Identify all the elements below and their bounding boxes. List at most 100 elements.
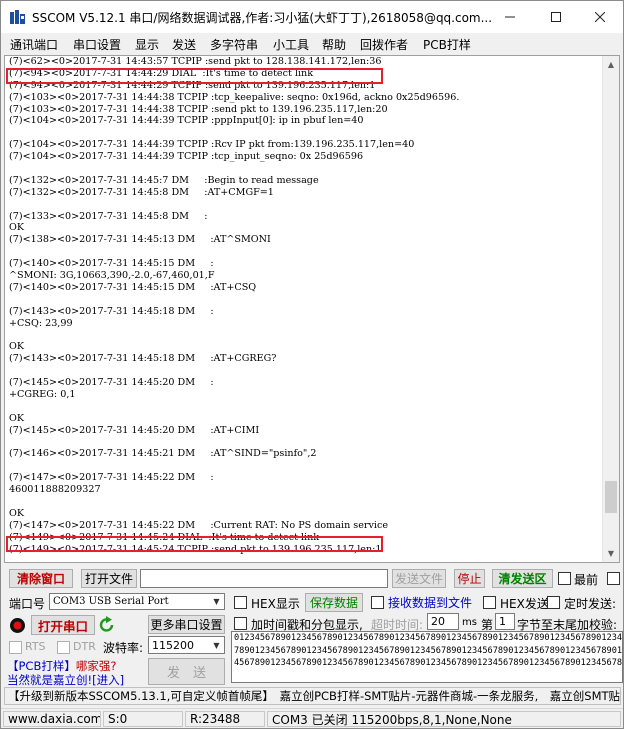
log-line: 460011888209327 xyxy=(9,484,101,496)
dtr-label: DTR xyxy=(73,640,96,653)
log-line: (7)<103><0>2017-7-31 14:44:38 TCPIP :tcp… xyxy=(9,91,460,103)
clear-send-button[interactable]: 清发送区 xyxy=(492,569,553,588)
log-line: (7)<103><0>2017-7-31 14:44:38 TCPIP :sen… xyxy=(9,103,388,115)
log-line: (7)<62><0>2017-7-31 14:43:57 TCPIP :send… xyxy=(9,56,382,67)
promo-line-2: 当然就是嘉立创![进入] xyxy=(7,672,124,688)
window-title: SSCOM V5.12.1 串口/网络数据调试器,作者:习小猛(大虾丁丁),26… xyxy=(32,11,493,25)
timeout-input[interactable]: 20 xyxy=(427,613,459,630)
timed-send-label: 定时发送: xyxy=(564,597,617,611)
log-line: (7)<104><0>2017-7-31 14:44:39 TCPIP :tcp… xyxy=(9,151,364,163)
log-line: (7)<143><0>2017-7-31 14:45:18 DM : xyxy=(9,305,214,317)
menu-serial-settings[interactable]: 串口设置 xyxy=(73,36,121,53)
timestamp-checkbox[interactable] xyxy=(234,617,247,630)
port-status-led-icon xyxy=(10,618,25,633)
log-lines: (7)<62><0>2017-7-31 14:43:57 TCPIP :send… xyxy=(9,56,459,555)
menu-pcb[interactable]: PCB打样 xyxy=(423,36,471,53)
scroll-thumb[interactable] xyxy=(605,481,617,513)
log-line: (7)<147><0>2017-7-31 14:45:22 DM :Curren… xyxy=(9,519,389,531)
log-line: ^SMONI: 3G,10663,390,-2.0,-67,460,01,F xyxy=(9,270,215,282)
baud-select-value: 115200 xyxy=(152,638,194,652)
scroll-down-icon[interactable]: ▼ xyxy=(603,545,619,562)
upgrade-banner[interactable]: 【升级到新版本SSCOM5.13.1,可自定义帧首帧尾】 嘉立创PCB打样-SM… xyxy=(4,687,621,705)
website-link[interactable]: www.daxia.com xyxy=(3,711,101,727)
hex-display-label: HEX显示 xyxy=(251,597,300,611)
receive-log-area[interactable]: (7)<62><0>2017-7-31 14:43:57 TCPIP :send… xyxy=(4,55,620,563)
timeout-unit: ms xyxy=(462,617,477,628)
port-select-value: COM3 USB Serial Port xyxy=(53,596,169,607)
recv-to-file-label[interactable]: 接收数据到文件 xyxy=(388,594,472,611)
menu-bar: 通讯端口 串口设置 显示 发送 多字符串 小工具 帮助 回拨作者 PCB打样 xyxy=(1,33,623,53)
highlight-box-2 xyxy=(6,536,383,552)
log-line: (7)<132><0>2017-7-31 14:45:8 DM :AT+CMGF… xyxy=(9,186,274,198)
log-line: (7)<140><0>2017-7-31 14:45:15 DM : xyxy=(9,258,214,270)
log-line: OK xyxy=(9,341,25,353)
promo-pcb-label: 【PCB打样】 xyxy=(7,659,76,673)
log-line: (7)<133><0>2017-7-31 14:45:8 DM : xyxy=(9,210,208,222)
menu-multi-string[interactable]: 多字符串 xyxy=(210,36,258,53)
send-file-button[interactable]: 发送文件 xyxy=(392,569,446,588)
refresh-icon[interactable] xyxy=(98,616,116,634)
open-port-button[interactable]: 打开串口 xyxy=(31,615,95,635)
log-line: (7)<104><0>2017-7-31 14:44:39 TCPIP :ppp… xyxy=(9,115,364,127)
always-on-top-label: 最前 xyxy=(574,573,599,587)
menu-help[interactable]: 帮助 xyxy=(322,36,346,53)
open-file-button[interactable]: 打开文件 xyxy=(81,569,137,588)
rts-checkbox[interactable] xyxy=(9,641,22,654)
maximize-icon[interactable] xyxy=(533,1,579,32)
log-line: (7)<140><0>2017-7-31 14:45:15 DM :AT+CSQ xyxy=(9,281,257,293)
always-on-top-checkbox[interactable] xyxy=(558,572,571,585)
recv-to-file-checkbox[interactable] xyxy=(371,596,384,609)
stop-button[interactable]: 停止 xyxy=(454,569,485,588)
recv-count: R:23488 xyxy=(185,711,265,727)
file-path-input[interactable] xyxy=(140,569,388,588)
menu-tools[interactable]: 小工具 xyxy=(273,36,309,53)
log-line: (7)<145><0>2017-7-31 14:45:20 DM :AT+CIM… xyxy=(9,424,260,436)
menu-contact-author[interactable]: 回拨作者 xyxy=(360,36,408,53)
scroll-up-icon[interactable]: ▲ xyxy=(603,56,619,73)
clear-window-button[interactable]: 清除窗口 xyxy=(9,569,73,588)
save-data-button[interactable]: 保存数据 xyxy=(305,593,363,612)
log-scrollbar[interactable]: ▲ ▼ xyxy=(602,56,619,562)
dtr-checkbox[interactable] xyxy=(57,641,70,654)
baud-label: 波特率: xyxy=(103,641,144,655)
log-line: (7)<146><0>2017-7-31 14:45:21 DM :AT^SIN… xyxy=(9,448,317,460)
log-line: +CSQ: 23,99 xyxy=(9,317,73,329)
close-icon[interactable] xyxy=(577,1,623,32)
chevron-down-icon: ▼ xyxy=(209,594,224,609)
menu-send[interactable]: 发送 xyxy=(172,36,196,53)
hex-send-checkbox[interactable] xyxy=(483,596,496,609)
minimize-icon[interactable] xyxy=(487,1,533,32)
title-bar: SSCOM V5.12.1 串口/网络数据调试器,作者:习小猛(大虾丁丁),26… xyxy=(1,1,623,33)
log-line: OK xyxy=(9,507,25,519)
port-select[interactable]: COM3 USB Serial Port ▼ xyxy=(49,593,225,610)
menu-comm-port[interactable]: 通讯端口 xyxy=(10,36,58,53)
check-byte-input[interactable]: 1 xyxy=(495,613,515,630)
send-button[interactable]: 发 送 xyxy=(148,658,225,685)
promo-link-2[interactable]: [进入] xyxy=(92,673,124,687)
log-line: (7)<132><0>2017-7-31 14:45:7 DM :Begin t… xyxy=(9,174,319,186)
timed-send-checkbox[interactable] xyxy=(547,596,560,609)
more-settings-button[interactable]: 更多串口设置 xyxy=(148,615,225,634)
log-line: OK xyxy=(9,222,25,234)
baud-select[interactable]: 115200 ▼ xyxy=(148,636,225,654)
menu-display[interactable]: 显示 xyxy=(135,36,159,53)
log-line: (7)<104><0>2017-7-31 14:44:39 TCPIP :Rcv… xyxy=(9,139,415,151)
promo-link-1[interactable]: 哪家强? xyxy=(76,659,117,673)
english-checkbox[interactable] xyxy=(607,572,620,585)
send-text-area[interactable]: 0123456789012345678901234567890123456789… xyxy=(231,631,623,683)
log-line: +CGREG: 0,1 xyxy=(9,388,76,400)
send-count: S:0 xyxy=(103,711,183,727)
hex-display-checkbox[interactable] xyxy=(234,596,247,609)
log-line: (7)<143><0>2017-7-31 14:45:18 DM :AT+CGR… xyxy=(9,353,277,365)
log-line: (7)<138><0>2017-7-31 14:45:13 DM :AT^SMO… xyxy=(9,234,271,246)
